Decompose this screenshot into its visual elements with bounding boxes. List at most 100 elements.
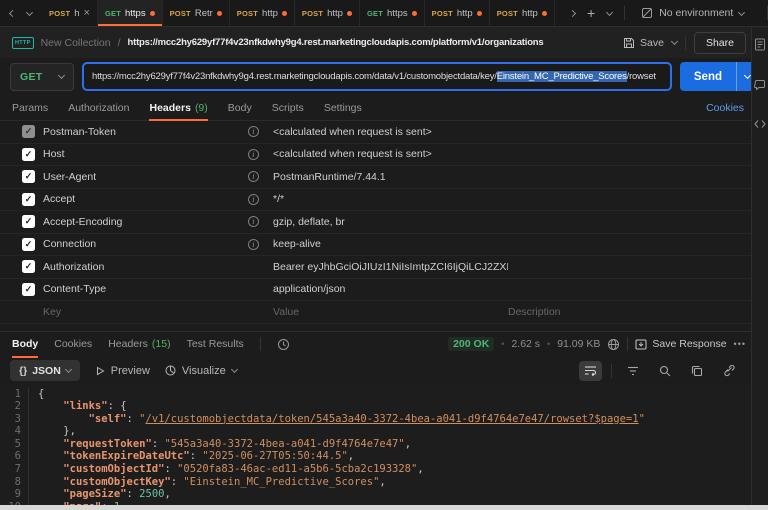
header-value[interactable]: Bearer eyJhbGciOiJIUzI1NiIsImtpZCI6IjQiL… (273, 261, 508, 273)
header-checkbox[interactable]: ✓ (22, 148, 35, 161)
workspace-tab[interactable]: POSThttp (490, 0, 555, 26)
response-tab-label: Cookies (54, 338, 92, 350)
header-checkbox[interactable]: ✓ (22, 125, 35, 138)
json-token: "self" (89, 413, 127, 425)
comments-icon[interactable] (754, 79, 766, 91)
json-link[interactable]: /v1/customobjectdata/token/545a3a40-3372… (146, 413, 639, 425)
header-key-cell[interactable]: User-Agenti (43, 171, 273, 183)
preview-button[interactable]: Preview (95, 365, 150, 377)
close-tab-icon[interactable]: × (84, 8, 90, 19)
request-tab-settings[interactable]: Settings (324, 95, 362, 120)
horizontal-scrollbar[interactable] (0, 505, 768, 510)
request-tab-body[interactable]: Body (228, 95, 252, 120)
header-checkbox[interactable]: ✓ (22, 260, 35, 273)
header-value[interactable]: gzip, deflate, br (273, 216, 508, 228)
section-divider[interactable] (0, 324, 768, 331)
header-value[interactable]: */* (273, 193, 508, 205)
filter-icon[interactable] (621, 361, 644, 381)
nav-back-icon[interactable] (10, 11, 15, 16)
copy-icon[interactable] (685, 361, 708, 381)
line-content: }, (28, 425, 76, 438)
new-tab-button[interactable]: + (587, 5, 595, 21)
info-icon[interactable]: i (248, 194, 259, 205)
documentation-icon[interactable] (754, 38, 766, 51)
header-value[interactable]: PostmanRuntime/7.44.1 (273, 171, 508, 183)
history-icon[interactable] (277, 338, 290, 351)
value-placeholder[interactable]: Value (273, 306, 508, 318)
share-button[interactable]: Share (694, 32, 746, 54)
workspace-tab[interactable]: POSThttp (555, 0, 562, 26)
save-dropdown-icon[interactable] (672, 41, 677, 44)
header-key-cell[interactable]: Accepti (43, 193, 273, 205)
breadcrumb-request-name[interactable]: https://mcc2hy629yf77f4v23nfkdwhy9g4.res… (128, 37, 617, 48)
open-tabs-dropdown-icon[interactable] (607, 12, 612, 15)
tab-title: https (125, 8, 146, 19)
url-input[interactable]: https://mcc2hy629yf77f4v23nfkdwhy9g4.res… (82, 62, 672, 91)
save-button[interactable]: Save (623, 37, 664, 49)
response-tab-test-results[interactable]: Test Results (187, 332, 244, 357)
workspace-tab[interactable]: GEThttps (98, 0, 163, 26)
network-info-icon[interactable] (607, 338, 620, 351)
visualize-button[interactable]: Visualize (165, 365, 237, 377)
response-size[interactable]: 91.09 KB (557, 338, 600, 350)
description-placeholder[interactable]: Description (508, 306, 768, 318)
code-snippet-icon[interactable] (754, 119, 766, 129)
tab-menu-icon[interactable] (27, 12, 32, 15)
request-tab-authorization[interactable]: Authorization (68, 95, 129, 120)
header-checkbox[interactable]: ✓ (22, 215, 35, 228)
tab-title: Retr (195, 8, 213, 19)
wrap-text-icon[interactable] (579, 361, 602, 381)
header-key-cell[interactable]: Content-Type (43, 283, 273, 295)
header-value[interactable]: <calculated when request is sent> (273, 148, 508, 160)
header-value[interactable]: <calculated when request is sent> (273, 126, 508, 138)
link-icon[interactable] (717, 361, 740, 381)
info-icon[interactable]: i (248, 126, 259, 137)
response-body-code[interactable]: 1{2 "links": {3 "self": "/v1/customobjec… (0, 385, 768, 510)
cookies-link[interactable]: Cookies (706, 102, 744, 114)
header-key-cell[interactable]: Key (43, 306, 273, 318)
request-tab-headers[interactable]: Headers(9) (149, 95, 207, 120)
breadcrumb-collection[interactable]: New Collection (41, 37, 111, 49)
workspace-tab[interactable]: POSThttp (425, 0, 490, 26)
info-icon[interactable]: i (248, 149, 259, 160)
info-icon[interactable]: i (248, 216, 259, 227)
header-key-cell[interactable]: Accept-Encodingi (43, 216, 273, 228)
info-icon[interactable]: i (248, 171, 259, 182)
headers-table: ✓ Postman-Tokeni<calculated when request … (0, 121, 768, 324)
info-icon[interactable]: i (248, 239, 259, 250)
json-token: : (190, 450, 203, 462)
environment-selector[interactable]: No environment (637, 7, 755, 19)
header-checkbox[interactable]: ✓ (22, 193, 35, 206)
response-tab-cookies[interactable]: Cookies (54, 332, 92, 357)
unsaved-changes-dot (217, 11, 222, 16)
line-content: "customObjectId": "0520fa83-46ac-ed11-a5… (28, 463, 424, 476)
request-tab-scripts[interactable]: Scripts (272, 95, 304, 120)
header-key-cell[interactable]: Hosti (43, 148, 273, 160)
header-checkbox[interactable]: ✓ (22, 283, 35, 296)
status-badge[interactable]: 200 OK (448, 337, 494, 351)
tab-scroll-right-icon[interactable] (570, 11, 575, 16)
method-selector[interactable]: GET (10, 63, 74, 91)
request-tab-params[interactable]: Params (12, 95, 48, 120)
header-value[interactable]: keep-alive (273, 238, 508, 250)
save-response-button[interactable]: Save Response (635, 338, 726, 350)
send-button[interactable]: Send (680, 62, 758, 91)
workspace-tab[interactable]: POSTh× (42, 0, 98, 26)
header-key-cell[interactable]: Authorization (43, 261, 273, 273)
workspace-tab[interactable]: POSTRetr (163, 0, 230, 26)
workspace-tab[interactable]: GEThttps (360, 0, 425, 26)
header-checkbox[interactable]: ✓ (22, 170, 35, 183)
workspace-tab[interactable]: POSThttp (230, 0, 295, 26)
search-icon[interactable] (653, 361, 676, 381)
response-tab-body[interactable]: Body (12, 332, 38, 357)
workspace-tab[interactable]: POSThttp (295, 0, 360, 26)
header-row: ✓ Connectionikeep-alive (0, 234, 768, 257)
header-key-cell[interactable]: Connectioni (43, 238, 273, 250)
response-tab-headers[interactable]: Headers(15) (108, 332, 170, 357)
header-key-cell[interactable]: Postman-Tokeni (43, 126, 273, 138)
response-more-icon[interactable]: ••• (734, 339, 746, 349)
header-checkbox[interactable]: ✓ (22, 238, 35, 251)
response-time[interactable]: 2.62 s (511, 338, 540, 350)
header-value[interactable]: application/json (273, 283, 508, 295)
body-format-selector[interactable]: {} JSON (10, 360, 80, 381)
